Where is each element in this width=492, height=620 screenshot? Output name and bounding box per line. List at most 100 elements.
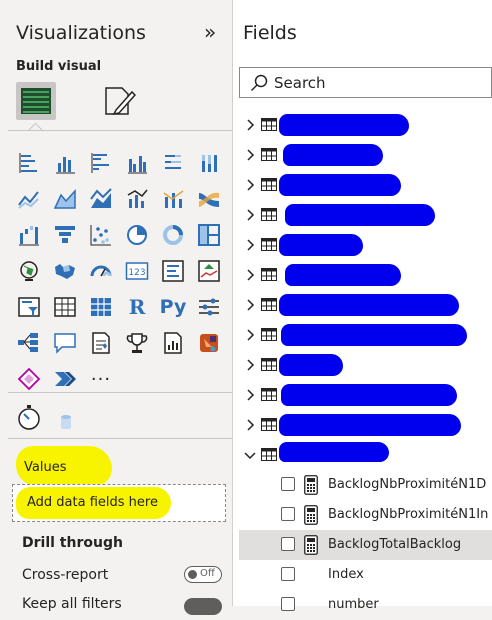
- table-icon: [261, 328, 277, 341]
- field-item[interactable]: BacklogNbProximitéN1D: [233, 470, 492, 500]
- values-dropzone[interactable]: Add data fields here: [12, 484, 226, 522]
- field-checkbox[interactable]: [281, 567, 295, 581]
- redacted-table-name: [279, 354, 343, 376]
- chevron-right-icon[interactable]: [243, 298, 257, 312]
- visualizations-pane: Visualizations » Build visual 123 R Py ·…: [0, 0, 233, 615]
- chevron-right-icon[interactable]: [243, 418, 257, 432]
- format-visual-icon[interactable]: [102, 86, 136, 116]
- toggle-knob: [188, 570, 197, 579]
- chevron-right-icon[interactable]: [243, 388, 257, 402]
- redacted-table-name: [283, 144, 383, 166]
- table-row[interactable]: [233, 230, 492, 260]
- chevron-right-icon[interactable]: [243, 328, 257, 342]
- more-visuals-icon[interactable]: ···: [88, 366, 114, 392]
- scatter-chart-icon[interactable]: [88, 222, 114, 248]
- python-label: Py: [159, 296, 187, 318]
- power-apps-icon[interactable]: [196, 330, 222, 356]
- expand-pane-icon[interactable]: »: [204, 20, 216, 44]
- table-row[interactable]: [233, 350, 492, 380]
- multi-row-card-icon[interactable]: [160, 258, 186, 284]
- field-item[interactable]: Index: [233, 560, 492, 590]
- keep-all-filters-toggle[interactable]: [184, 598, 222, 615]
- drill-through-heading: Drill through: [22, 535, 123, 551]
- table-row-expanded[interactable]: [233, 440, 492, 470]
- chevron-right-icon[interactable]: [243, 358, 257, 372]
- filled-map-icon[interactable]: [52, 258, 78, 284]
- build-visual-tab[interactable]: [16, 82, 56, 120]
- line-and-column-chart-icon[interactable]: [124, 186, 150, 212]
- field-checkbox[interactable]: [281, 597, 295, 611]
- field-item[interactable]: number: [233, 590, 492, 620]
- table-row[interactable]: [233, 290, 492, 320]
- power-automate-flow-icon[interactable]: [52, 366, 78, 392]
- card-icon[interactable]: 123: [124, 258, 150, 284]
- table-icon[interactable]: [52, 294, 78, 320]
- line-chart-icon[interactable]: [16, 186, 42, 212]
- funnel-chart-icon[interactable]: [52, 222, 78, 248]
- cross-report-label: Cross-report: [22, 567, 109, 583]
- chevron-right-icon[interactable]: [243, 118, 257, 132]
- table-icon: [261, 148, 277, 161]
- line-and-clustered-column-icon[interactable]: [160, 186, 186, 212]
- python-visual-icon[interactable]: Py: [159, 294, 187, 320]
- table-row[interactable]: [233, 110, 492, 140]
- cross-report-toggle[interactable]: Off: [184, 566, 222, 583]
- area-chart-icon[interactable]: [52, 186, 78, 212]
- table-row[interactable]: [233, 170, 492, 200]
- field-checkbox[interactable]: [281, 507, 295, 521]
- matrix-icon[interactable]: [88, 294, 114, 320]
- key-influencers-icon[interactable]: [196, 294, 222, 320]
- trophy-icon[interactable]: [124, 330, 150, 356]
- table-grid-icon: [21, 88, 51, 114]
- pie-chart-icon[interactable]: [124, 222, 150, 248]
- table-row[interactable]: [233, 140, 492, 170]
- table-row[interactable]: [233, 380, 492, 410]
- map-icon[interactable]: [16, 258, 42, 284]
- table-icon: [261, 208, 277, 221]
- chevron-right-icon[interactable]: [243, 148, 257, 162]
- gauge-icon[interactable]: [88, 258, 114, 284]
- table-row[interactable]: [233, 200, 492, 230]
- 100-stacked-bar-icon[interactable]: [160, 150, 186, 176]
- table-row[interactable]: [233, 320, 492, 350]
- chevron-right-icon[interactable]: [243, 178, 257, 192]
- slicer-icon[interactable]: [16, 294, 42, 320]
- donut-chart-icon[interactable]: [160, 222, 186, 248]
- field-checkbox[interactable]: [281, 477, 295, 491]
- fields-search-input[interactable]: Search: [239, 67, 492, 98]
- ribbon-chart-icon[interactable]: [196, 186, 222, 212]
- field-item[interactable]: BacklogNbProximitéN1In: [233, 500, 492, 530]
- stopwatch-icon[interactable]: [16, 404, 42, 432]
- stacked-bar-chart-icon[interactable]: [16, 150, 42, 176]
- table-icon: [261, 448, 277, 461]
- field-item-selected[interactable]: BacklogTotalBacklog: [239, 530, 492, 560]
- table-icon: [261, 178, 277, 191]
- stacked-area-chart-icon[interactable]: [88, 186, 114, 212]
- values-well-label: Values: [16, 446, 112, 486]
- r-script-visual-icon[interactable]: R: [124, 294, 150, 320]
- power-automate-icon[interactable]: [16, 366, 42, 392]
- chevron-down-icon[interactable]: [243, 448, 257, 462]
- clustered-column-chart-icon[interactable]: [124, 150, 150, 176]
- field-label: number: [328, 597, 379, 612]
- smart-narrative-icon[interactable]: [88, 330, 114, 356]
- kpi-icon[interactable]: [196, 258, 222, 284]
- field-checkbox[interactable]: [281, 537, 295, 551]
- 100-stacked-column-icon[interactable]: [196, 150, 222, 176]
- table-row[interactable]: [233, 260, 492, 290]
- chevron-right-icon[interactable]: [243, 268, 257, 282]
- qa-visual-icon[interactable]: [52, 330, 78, 356]
- redacted-table-name: [285, 264, 401, 286]
- clustered-bar-chart-icon[interactable]: [88, 150, 114, 176]
- table-row[interactable]: [233, 410, 492, 440]
- treemap-icon[interactable]: [196, 222, 222, 248]
- table-icon: [261, 298, 277, 311]
- cylinder-icon[interactable]: [60, 414, 72, 430]
- calculator-icon: [304, 505, 318, 525]
- chevron-right-icon[interactable]: [243, 238, 257, 252]
- chevron-right-icon[interactable]: [243, 208, 257, 222]
- waterfall-chart-icon[interactable]: [16, 222, 42, 248]
- decomposition-tree-icon[interactable]: [16, 330, 42, 356]
- paginated-report-icon[interactable]: [160, 330, 186, 356]
- stacked-column-chart-icon[interactable]: [52, 150, 78, 176]
